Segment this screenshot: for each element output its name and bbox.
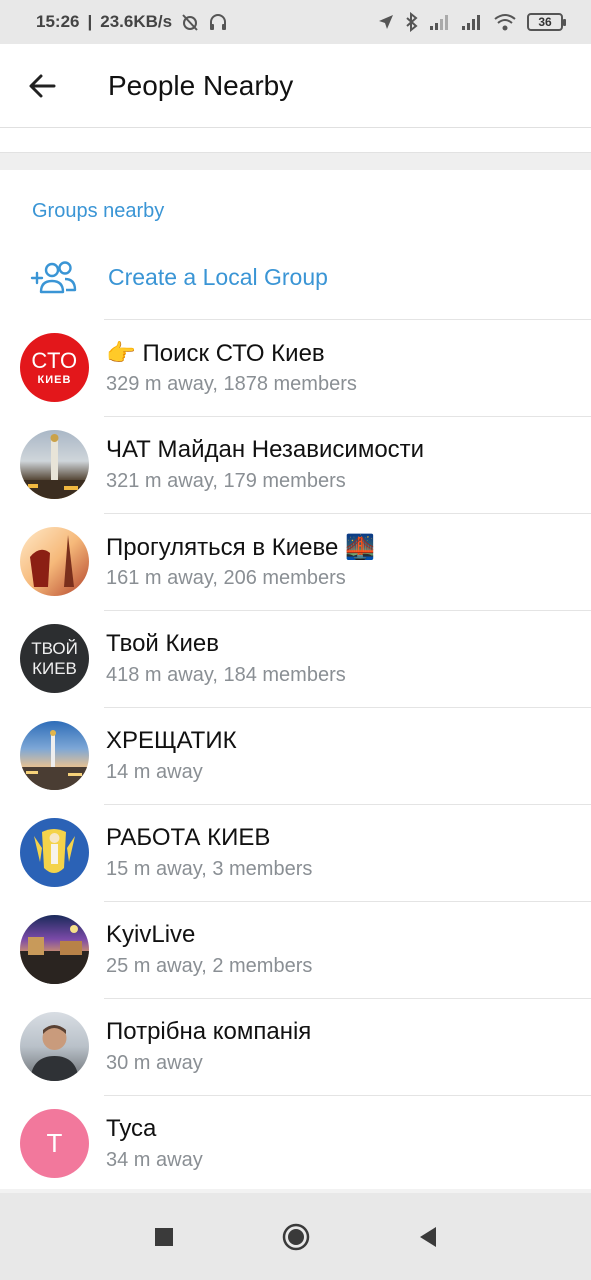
group-title: Туса xyxy=(106,1115,157,1142)
back-nav-button[interactable] xyxy=(412,1221,444,1253)
create-local-group-button[interactable]: Create a Local Group xyxy=(0,244,591,310)
avatar-label: КИЕВ xyxy=(37,373,72,386)
avatar xyxy=(20,430,89,499)
header-spacer xyxy=(0,128,591,152)
avatar xyxy=(20,721,89,790)
section-title: Groups nearby xyxy=(32,200,165,222)
group-subtitle: 30 m away xyxy=(106,1052,203,1074)
add-group-icon xyxy=(30,261,77,294)
group-title: ЧАТ Майдан Независимости xyxy=(106,436,425,463)
avatar-label: СТО xyxy=(31,347,78,373)
group-subtitle: 329 m away, 1878 members xyxy=(106,373,357,395)
status-speed: 23.6KB/s xyxy=(100,12,173,31)
list-item[interactable]: ЧАТ Майдан Независимости 321 m away, 179… xyxy=(0,416,591,513)
divider xyxy=(104,707,591,708)
status-bar: 15:26 | 23.6KB/s 36 xyxy=(0,0,591,44)
status-divider: | xyxy=(87,12,93,31)
location-icon xyxy=(379,15,393,29)
group-subtitle: 321 m away, 179 members xyxy=(106,470,346,492)
battery-level: 36 xyxy=(538,15,552,29)
status-left: 15:26 | 23.6KB/s xyxy=(36,12,228,32)
avatar xyxy=(20,1012,89,1081)
create-local-group-label: Create a Local Group xyxy=(108,263,328,290)
system-navigation-bar xyxy=(0,1193,591,1280)
battery-icon: 36 xyxy=(527,13,566,31)
group-subtitle: 161 m away, 206 members xyxy=(106,567,346,589)
divider xyxy=(104,610,591,611)
divider xyxy=(104,998,591,999)
group-title: РАБОТА КИЕВ xyxy=(106,824,271,851)
eiffel-image xyxy=(30,535,74,587)
recents-button[interactable] xyxy=(148,1221,180,1253)
triangle-back-icon xyxy=(419,1226,436,1247)
avatar xyxy=(20,527,89,596)
avatar-letter: T xyxy=(46,1128,63,1158)
page-title: People Nearby xyxy=(108,69,294,101)
divider xyxy=(104,416,591,417)
group-title: KyivLive xyxy=(106,921,196,948)
avatar: СТО КИЕВ xyxy=(20,333,89,402)
avatar-label: ТВОЙ xyxy=(31,638,78,658)
coat-of-arms-image xyxy=(34,829,75,873)
signal-icon xyxy=(430,15,448,30)
list-item[interactable]: СТО КИЕВ 👉 Поиск СТО Киев 329 m away, 18… xyxy=(0,319,591,416)
group-subtitle: 15 m away, 3 members xyxy=(106,858,313,880)
alarm-off-icon xyxy=(182,14,198,31)
wifi-icon xyxy=(494,14,516,31)
bluetooth-icon xyxy=(406,12,418,32)
divider xyxy=(104,901,591,902)
monument-image xyxy=(20,434,89,499)
divider xyxy=(104,804,591,805)
group-subtitle: 25 m away, 2 members xyxy=(106,955,313,977)
group-title: Потрібна компанія xyxy=(106,1018,312,1045)
avatar xyxy=(20,818,89,887)
divider xyxy=(104,1095,591,1096)
list-item[interactable]: ХРЕЩАТИК 14 m away xyxy=(0,707,591,804)
app-bar: People Nearby xyxy=(0,44,591,128)
avatar: ТВОЙ КИЕВ xyxy=(20,624,89,693)
square-image xyxy=(20,730,89,790)
avatar: T xyxy=(20,1109,89,1178)
section-divider xyxy=(0,152,591,170)
back-button[interactable] xyxy=(18,62,66,110)
divider xyxy=(104,513,591,514)
list-item[interactable]: KyivLive 25 m away, 2 members xyxy=(0,901,591,998)
group-title: Твой Киев xyxy=(106,630,219,657)
signal-roaming-icon xyxy=(462,15,480,30)
group-subtitle: 14 m away xyxy=(106,761,203,783)
circle-icon xyxy=(282,1223,309,1250)
home-button[interactable] xyxy=(280,1221,312,1253)
avatar-label: КИЕВ xyxy=(32,658,77,678)
list-item[interactable]: ТВОЙ КИЕВ Твой Киев 418 m away, 184 memb… xyxy=(0,610,591,707)
city-night-image xyxy=(20,925,89,984)
avatar xyxy=(20,915,89,984)
status-right: 36 xyxy=(377,12,566,32)
list-item[interactable]: Потрібна компанія 30 m away xyxy=(0,998,591,1095)
list-item[interactable]: T Туса 34 m away xyxy=(0,1095,591,1192)
headphones-icon xyxy=(210,14,227,30)
divider xyxy=(104,319,591,320)
status-time: 15:26 xyxy=(36,12,80,31)
group-title: Прогуляться в Киеве 🌉 xyxy=(106,534,375,561)
list-item[interactable]: Прогуляться в Киеве 🌉 161 m away, 206 me… xyxy=(0,513,591,610)
group-subtitle: 418 m away, 184 members xyxy=(106,664,346,686)
square-icon xyxy=(154,1227,173,1246)
list-item[interactable]: РАБОТА КИЕВ 15 m away, 3 members xyxy=(0,804,591,901)
group-title: 👉 Поиск СТО Киев xyxy=(106,340,325,367)
person-photo-image xyxy=(30,1025,79,1081)
arrow-left-icon xyxy=(29,74,56,97)
group-subtitle: 34 m away xyxy=(106,1149,203,1171)
group-title: ХРЕЩАТИК xyxy=(106,727,237,754)
groups-list: СТО КИЕВ 👉 Поиск СТО Киев 329 m away, 18… xyxy=(0,319,591,1192)
